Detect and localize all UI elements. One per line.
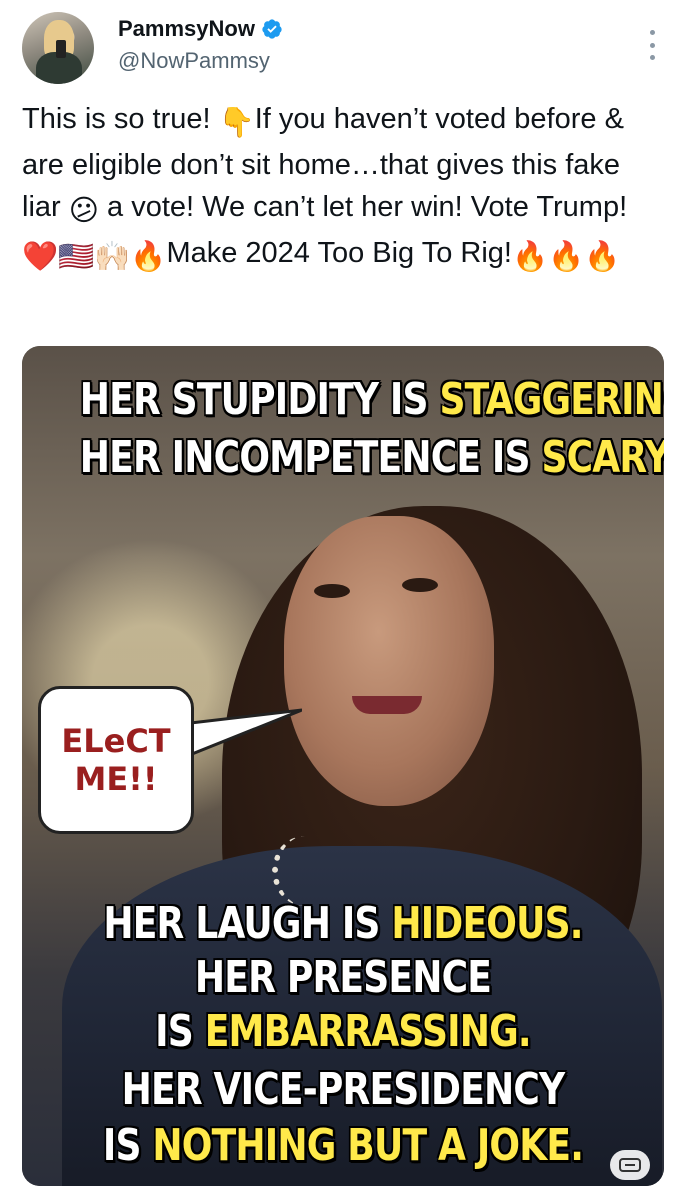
confused-face-emoji: 😕 — [68, 195, 99, 227]
meme-caption-top-1: HER STUPIDITY IS STAGGERING. — [79, 374, 664, 425]
alt-text-icon[interactable] — [610, 1150, 650, 1180]
tweet-text-segment: a vote! We can’t let her win! Vote Trump… — [98, 191, 628, 223]
avatar[interactable] — [22, 12, 94, 84]
tweet-media-image[interactable]: HER STUPIDITY IS STAGGERING. HER INCOMPE… — [22, 346, 664, 1186]
verified-badge-icon — [262, 19, 282, 39]
meme-caption-bottom-3: IS EMBARRASSING. — [155, 1006, 531, 1057]
display-name[interactable]: PammsyNow — [118, 16, 255, 42]
speech-bubble-tail — [182, 708, 302, 760]
speech-bubble: ELeCT ME!! — [38, 686, 194, 834]
more-options-icon[interactable] — [650, 30, 656, 60]
heart-flag-hands-fire-emoji: ❤️🇺🇸🙌🏻🔥 — [22, 241, 167, 273]
meme-caption-bottom-4: HER VICE-PRESIDENCY — [121, 1064, 566, 1115]
bubble-text-line2: ME!! — [74, 760, 158, 798]
bubble-text-line1: ELeCT — [61, 722, 171, 760]
author-handle[interactable]: @NowPammsy — [118, 48, 270, 74]
tweet-header: PammsyNow @NowPammsy — [22, 12, 664, 86]
meme-caption-top-2: HER INCOMPETENCE IS SCARY. — [79, 432, 664, 483]
point-down-emoji: 👇 — [218, 107, 255, 139]
meme-caption-bottom-5: IS NOTHING BUT A JOKE. — [102, 1120, 584, 1171]
tweet-text-segment: This is so true! — [22, 103, 219, 135]
tweet-text: This is so true! 👇If you haven’t voted b… — [22, 98, 662, 278]
author-name-row[interactable]: PammsyNow — [118, 16, 283, 42]
meme-caption-bottom-1: HER LAUGH IS HIDEOUS. — [103, 898, 583, 949]
fire-emoji: 🔥🔥🔥 — [511, 241, 621, 273]
tweet-text-segment: Make 2024 Too Big To Rig! — [166, 237, 512, 269]
meme-caption-bottom-2: HER PRESENCE — [194, 952, 492, 1003]
